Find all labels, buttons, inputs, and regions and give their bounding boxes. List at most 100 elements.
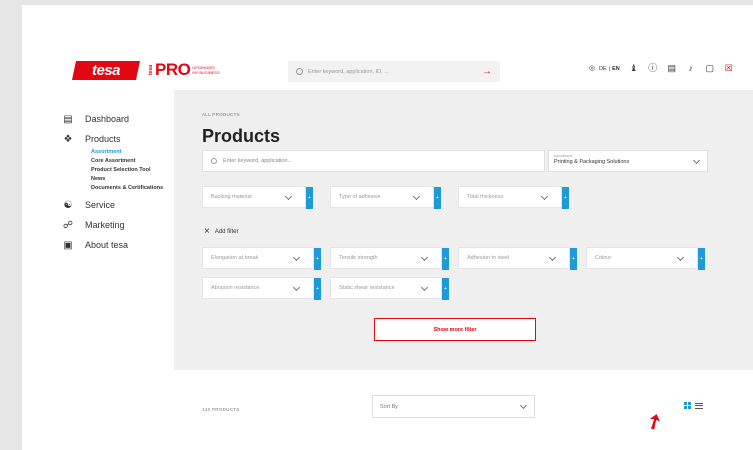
globe-icon: ◎ bbox=[588, 65, 596, 72]
filter-type-of-adhesive[interactable]: Type of adhesive + bbox=[330, 186, 441, 209]
tesa-logo-group[interactable]: tesa tesa PRO Upgrades my business bbox=[71, 60, 220, 80]
submenu-core-assortment[interactable]: Core Assortment bbox=[91, 158, 172, 165]
filter-info-button[interactable]: + bbox=[570, 248, 577, 270]
lang-de[interactable]: DE bbox=[599, 66, 607, 72]
filter-panel: ALL PRODUCTS Products Enter keyword, app… bbox=[174, 90, 753, 370]
page: tesa tesa PRO Upgrades my business Enter… bbox=[22, 5, 753, 450]
lang-en[interactable]: EN bbox=[612, 66, 620, 72]
sort-by-placeholder: Sort By bbox=[380, 403, 399, 410]
grid-view-icon[interactable] bbox=[684, 402, 691, 409]
filter-backing-material[interactable]: Backing material + bbox=[202, 186, 313, 209]
filter-label: Backing material bbox=[211, 194, 252, 200]
sidebar: ▤ Dashboard ❖ Products Assortment Core A… bbox=[62, 109, 172, 255]
filter-info-button[interactable]: + bbox=[562, 187, 569, 209]
chevron-down-icon bbox=[412, 192, 421, 201]
filter-info-button[interactable]: + bbox=[698, 248, 705, 270]
tesa-pro-logo[interactable]: tesa PRO Upgrades my business bbox=[148, 60, 220, 80]
sidebar-item-service[interactable]: ☯ Service bbox=[62, 195, 172, 215]
user-icon[interactable]: ♝ bbox=[629, 64, 639, 73]
chevron-down-icon bbox=[292, 283, 301, 292]
sidebar-item-about[interactable]: ▣ About tesa bbox=[62, 235, 172, 255]
sidebar-item-dashboard[interactable]: ▤ Dashboard bbox=[62, 109, 172, 129]
products-icon: ❖ bbox=[63, 133, 73, 145]
page-title: Products bbox=[202, 126, 281, 146]
filter-label: Colour bbox=[595, 255, 612, 261]
search-icon bbox=[296, 68, 303, 75]
document-icon[interactable]: ▤ bbox=[667, 64, 677, 73]
dashboard-icon: ▤ bbox=[63, 113, 73, 125]
filter-info-button[interactable]: + bbox=[442, 248, 449, 270]
service-icon: ☯ bbox=[63, 199, 73, 211]
filter-label: Elongation at break bbox=[211, 255, 259, 261]
sidebar-item-label: Service bbox=[85, 200, 116, 210]
filter-info-button[interactable]: + bbox=[314, 278, 321, 300]
assortment-select[interactable]: Assortment Printing & Packaging Solution… bbox=[548, 150, 708, 172]
search-submit-arrow-icon[interactable]: → bbox=[482, 66, 492, 77]
submenu-assortment[interactable]: Assortment bbox=[91, 149, 172, 156]
view-toggle bbox=[684, 402, 703, 409]
filter-label: Abrasion resistance bbox=[211, 285, 260, 291]
breadcrumb[interactable]: ALL PRODUCTS bbox=[202, 112, 240, 117]
sort-by-select[interactable]: Sort By bbox=[372, 395, 535, 418]
header-actions: ◎ DE | EN ♝ ⓘ ▤ ♪ ▢ ☒ bbox=[587, 64, 734, 73]
pro-text: PRO bbox=[155, 60, 191, 79]
sidebar-item-marketing[interactable]: ☍ Marketing bbox=[62, 215, 172, 235]
chevron-down-icon bbox=[548, 253, 557, 262]
cart-icon[interactable]: ☒ bbox=[724, 64, 734, 73]
chevron-down-icon bbox=[519, 401, 528, 410]
chevron-down-icon bbox=[420, 253, 429, 262]
filter-tensile-strength[interactable]: Tensile strength + bbox=[330, 247, 449, 270]
tesa-logo[interactable]: tesa bbox=[71, 60, 141, 80]
filter-label: Tensile strength bbox=[339, 255, 378, 261]
tesa-logo-text: tesa bbox=[91, 61, 121, 79]
red-arrow-icon: ➚ bbox=[641, 408, 668, 436]
box-icon[interactable]: ▢ bbox=[705, 64, 715, 73]
filter-info-button[interactable]: + bbox=[442, 278, 449, 300]
submenu-documents[interactable]: Documents & Certifications bbox=[91, 185, 172, 192]
add-filter-button[interactable]: × Add filter bbox=[204, 226, 239, 237]
sidebar-item-label: Dashboard bbox=[85, 114, 130, 124]
sidebar-item-products[interactable]: ❖ Products bbox=[62, 129, 172, 149]
filter-info-button[interactable]: + bbox=[314, 248, 321, 270]
product-count: 140 PRODUCTS bbox=[202, 407, 240, 412]
filter-label: Total thickness bbox=[467, 194, 504, 200]
sidebar-item-label: Marketing bbox=[85, 220, 125, 230]
products-submenu: Assortment Core Assortment Product Selec… bbox=[91, 149, 172, 192]
list-view-icon[interactable] bbox=[695, 402, 703, 409]
help-icon[interactable]: ⓘ bbox=[648, 64, 658, 73]
sidebar-item-label: Products bbox=[85, 134, 121, 144]
filter-total-thickness[interactable]: Total thickness + bbox=[458, 186, 569, 209]
bell-icon[interactable]: ♪ bbox=[686, 64, 696, 73]
header-search-placeholder: Enter keyword, application, ID, ... bbox=[308, 68, 389, 75]
filter-adhesion-to-steel[interactable]: Adhesion to steel + bbox=[458, 247, 577, 270]
filter-info-button[interactable]: + bbox=[306, 187, 313, 209]
lang-separator: | bbox=[608, 65, 611, 72]
submenu-product-selection-tool[interactable]: Product Selection Tool bbox=[91, 167, 172, 174]
close-icon: × bbox=[204, 226, 210, 237]
chevron-down-icon bbox=[292, 253, 301, 262]
pro-tagline: Upgrades my business bbox=[192, 65, 220, 75]
pro-small-text: tesa bbox=[148, 64, 154, 75]
filter-colour[interactable]: Colour + bbox=[586, 247, 705, 270]
assortment-label: Assortment bbox=[554, 154, 572, 158]
filter-label: Static shear resistance bbox=[339, 285, 395, 291]
about-icon: ▣ bbox=[63, 239, 73, 251]
chevron-down-icon bbox=[284, 192, 293, 201]
chevron-down-icon bbox=[540, 192, 549, 201]
submenu-news[interactable]: News bbox=[91, 176, 172, 183]
filter-info-button[interactable]: + bbox=[434, 187, 441, 209]
keyword-search-input[interactable]: Enter keyword, application... bbox=[202, 150, 545, 172]
filter-abrasion-resistance[interactable]: Abrasion resistance + bbox=[202, 277, 321, 300]
chevron-down-icon bbox=[676, 253, 685, 262]
filter-label: Type of adhesive bbox=[339, 194, 381, 200]
assortment-value: Printing & Packaging Solutions bbox=[554, 159, 630, 165]
keyword-placeholder: Enter keyword, application... bbox=[223, 158, 293, 164]
filter-static-shear-resistance[interactable]: Static shear resistance + bbox=[330, 277, 449, 300]
header-search[interactable]: Enter keyword, application, ID, ... → bbox=[288, 61, 500, 82]
filter-label: Adhesion to steel bbox=[467, 255, 510, 261]
show-more-filter-button[interactable]: Show more filter bbox=[374, 318, 536, 341]
filter-elongation-at-break[interactable]: Elongation at break + bbox=[202, 247, 321, 270]
language-switch[interactable]: ◎ DE | EN bbox=[587, 64, 620, 73]
add-filter-label: Add filter bbox=[214, 228, 239, 235]
megaphone-icon: ☍ bbox=[62, 219, 74, 231]
